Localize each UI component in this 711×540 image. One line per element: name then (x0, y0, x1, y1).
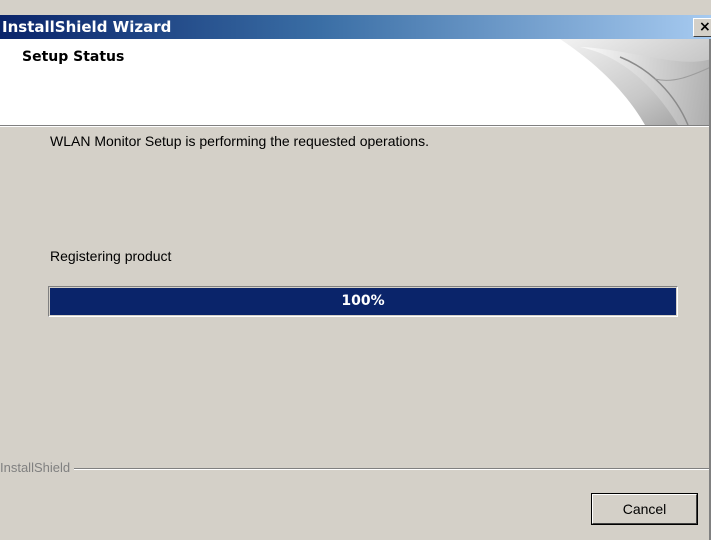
progress-bar: 100% (48, 286, 678, 317)
header-panel: Setup Status (0, 39, 711, 126)
cancel-button[interactable]: Cancel (591, 493, 698, 525)
window-title: InstallShield Wizard (2, 18, 172, 36)
page-curl-icon (560, 39, 711, 125)
installshield-brand-label: InstallShield (0, 460, 75, 475)
page-title: Setup Status (22, 49, 125, 65)
status-message: WLAN Monitor Setup is performing the req… (50, 133, 429, 149)
progress-percent-label: 100% (341, 293, 385, 309)
title-bar[interactable]: InstallShield Wizard × (0, 15, 711, 39)
header-divider (0, 126, 711, 127)
brand-divider-highlight (0, 469, 711, 470)
installshield-wizard-window: InstallShield Wizard × Setup Status WLAN… (0, 0, 711, 540)
close-button[interactable]: × (693, 18, 711, 37)
close-icon: × (699, 19, 711, 35)
current-action-label: Registering product (50, 248, 172, 264)
